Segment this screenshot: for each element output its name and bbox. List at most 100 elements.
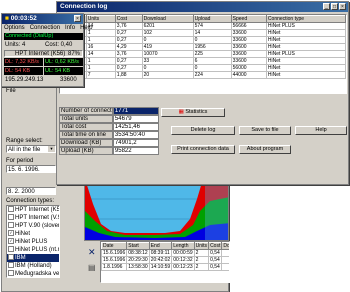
stats-column-header[interactable]: Units	[193, 242, 210, 250]
meter-menu-item[interactable]: Help	[80, 25, 92, 31]
stats-column-header[interactable]: Start	[126, 242, 150, 250]
statistics-menu-file[interactable]: File	[6, 88, 16, 94]
cost-readout: Cost: 0,40	[45, 42, 73, 48]
table-row[interactable]: 1:26143,76620157456666HiNet PLUS	[60, 22, 346, 30]
log-column-header[interactable]: Units	[85, 15, 116, 23]
log-table-grid: ngthUnitsCostDownloadUploadSpeedConnecti…	[60, 15, 346, 79]
table-row[interactable]: 0:5010,271021433600HiNet	[60, 29, 346, 37]
table-row[interactable]: 1.8.1996 13:58:30 14:10:59 00:12:23 2 0,54	[101, 263, 229, 271]
table-cell	[221, 263, 229, 271]
stats-column-header[interactable]: Cost	[208, 242, 223, 250]
summary-panel: Number of connections1771Total units5467…	[59, 107, 159, 155]
log-column-header[interactable]: Speed	[230, 15, 267, 23]
connection-types-label: Connection types:	[6, 198, 55, 204]
checkbox[interactable]	[8, 222, 14, 229]
connection-type-label: HiNet PLUS	[15, 239, 48, 245]
log-column-header[interactable]: Cost	[114, 15, 143, 23]
table-cell: 574	[192, 22, 232, 30]
print-connection-data-button[interactable]: Print connection data	[171, 145, 235, 154]
meter-menu-item[interactable]: Options	[4, 25, 25, 31]
log-title-bar[interactable]: Connection log	[57, 2, 348, 12]
stats-column-header[interactable]: Dow	[221, 242, 229, 250]
maximize-icon[interactable]: □	[331, 3, 338, 10]
stats-column-header[interactable]: Date	[101, 242, 128, 250]
table-cell: HiNet	[265, 71, 346, 79]
close-icon[interactable]: ×	[339, 3, 346, 10]
range-select-dropdown[interactable]: All in the file ▼	[6, 145, 56, 153]
summary-value: 3534:50:40	[112, 131, 159, 139]
checkbox[interactable]	[8, 214, 14, 221]
table-cell	[221, 249, 229, 257]
save-to-file-button[interactable]: Save to file	[239, 126, 291, 135]
about-program-label: About program	[246, 146, 284, 152]
connection-type-item[interactable]: HPT Internet (V.9	[7, 214, 59, 222]
save-to-file-label: Save to file	[251, 127, 279, 133]
summary-row: Number of connections1771	[59, 107, 159, 115]
help-button[interactable]: Help	[295, 126, 347, 135]
table-cell: 20	[141, 71, 194, 79]
log-column-header[interactable]: Upload	[192, 15, 232, 23]
checkbox[interactable]	[8, 270, 14, 277]
checkbox[interactable]	[8, 254, 14, 261]
connection-type-item[interactable]: ✓ HiNet	[7, 230, 59, 238]
stats-column-header[interactable]: End	[148, 242, 173, 250]
date-from-field[interactable]: 15. 6. 1996.	[6, 165, 56, 173]
meter-title-bar[interactable]: ■ 00:03:52	[2, 14, 83, 24]
checkbox[interactable]: ✓	[8, 230, 14, 237]
connection-type-item[interactable]: IBM	[7, 254, 59, 262]
table-cell: 20:42:02	[148, 256, 173, 264]
download-rate-panel: DL: 7,32 KB/s	[4, 58, 43, 66]
connection-types-list[interactable]: HPT Internet (K5 HPT Internet (V.9 HPT V.9…	[6, 205, 60, 278]
delete-log-button[interactable]: Delete log	[171, 126, 235, 135]
delete-icon[interactable]: ✕	[88, 247, 96, 258]
connection-type-item[interactable]: Međugradska veza	[7, 270, 59, 277]
connection-type-item[interactable]: ✓ HiNet PLUS	[7, 238, 59, 246]
statistics-button-label: Statistics	[185, 109, 208, 115]
table-cell: 08:39:11	[148, 249, 173, 257]
help-label: Help	[315, 127, 327, 133]
log-column-header[interactable]: Connection type	[265, 15, 346, 23]
table-cell: 0,54	[208, 249, 223, 257]
connection-type-item[interactable]: HPT V.90 (slovenč	[7, 222, 59, 230]
connection-type-item[interactable]: HPT Internet (K5	[7, 206, 59, 214]
download-total-panel: DL: 54 KB	[4, 67, 43, 75]
table-cell: 102	[141, 29, 194, 37]
date-to-field[interactable]: 8. 2. 2000	[6, 187, 56, 195]
table-row[interactable]: 15.6.1996 08:38:12 08:39:11 00:00:59 2 0,54	[101, 249, 229, 257]
about-program-button[interactable]: About program	[239, 145, 291, 154]
meter-close-icon[interactable]: ×	[74, 15, 81, 22]
connection-type-label: HPT Internet (K5	[15, 207, 60, 213]
table-row[interactable]: 1:2510,2733633600HiNet	[60, 57, 346, 65]
date-to-value: 8. 2. 2000	[8, 189, 35, 195]
log-column-header[interactable]: Download	[141, 15, 194, 23]
minimize-icon[interactable]: _	[323, 3, 330, 10]
connection-type-label: IBM (Holland)	[15, 263, 52, 269]
connections-table[interactable]: DateStartEndLengthUnitsCostDow 15.6.1996…	[100, 241, 230, 283]
table-cell: 2	[193, 263, 210, 271]
meter-title: 00:03:52	[10, 15, 37, 22]
statistics-button[interactable]: ▦ Statistics	[161, 108, 225, 117]
print-icon[interactable]: ▤	[88, 263, 96, 272]
table-row[interactable]: 0:0610,270033600HiNet	[60, 36, 346, 44]
checkbox[interactable]: ✓	[8, 238, 14, 245]
meter-menu-item[interactable]: Info	[65, 25, 75, 31]
table-cell: 3,76	[114, 22, 143, 30]
log-table[interactable]: ngthUnitsCostDownloadUploadSpeedConnecti…	[59, 14, 347, 94]
table-row[interactable]: 1:1610,270056000HiNet	[60, 64, 346, 72]
connection-type-item[interactable]: IBM (Holland)	[7, 262, 59, 270]
stats-column-header[interactable]: Length	[171, 242, 195, 250]
upload-total: UL: 54 KB	[45, 68, 71, 74]
meter-menu-item[interactable]: Connection	[30, 25, 60, 31]
table-cell: 56000	[230, 64, 267, 72]
checkbox[interactable]	[8, 206, 14, 213]
table-row[interactable]: 1:1271,882022444000HiNet	[60, 71, 346, 79]
meter-menu: Options Connection Info Help	[4, 25, 97, 31]
checkbox[interactable]	[8, 262, 14, 269]
summary-label: Total units	[59, 115, 113, 123]
checkbox[interactable]	[8, 246, 14, 253]
table-row[interactable]: 15.6.1996 20:29:30 20:42:02 00:12:32 2 0,54	[101, 256, 229, 264]
table-row[interactable]: 2:45143,761007022533600HiNet PLUS	[60, 50, 346, 58]
connection-type-item[interactable]: HiNet PLUS (nt.mo	[7, 246, 59, 254]
table-row[interactable]: 2:50164,29419195633600HiNet	[60, 43, 346, 51]
table-cell: 225	[192, 50, 232, 58]
